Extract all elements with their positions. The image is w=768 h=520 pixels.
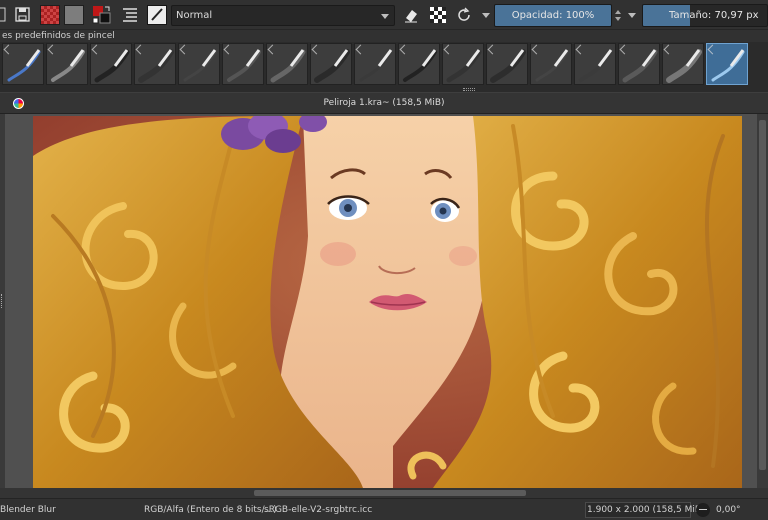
brush-preset-8[interactable] xyxy=(310,43,352,85)
brush-preset-14[interactable] xyxy=(574,43,616,85)
brush-stroke-icon xyxy=(51,49,85,82)
brush-preset-icon[interactable] xyxy=(147,5,167,25)
horizontal-scroll-thumb[interactable] xyxy=(254,490,526,496)
brush-stroke-icon xyxy=(138,49,174,83)
brush-stroke-icon xyxy=(711,49,745,82)
vertical-scroll-thumb[interactable] xyxy=(759,120,766,470)
save-icon[interactable] xyxy=(14,6,32,24)
brush-preset-4[interactable] xyxy=(134,43,176,85)
brush-stroke-icon xyxy=(270,49,306,83)
brush-stroke-icon xyxy=(666,49,702,83)
gradient-icon[interactable] xyxy=(64,5,84,25)
brush-preset-2[interactable] xyxy=(46,43,88,85)
brush-stroke-icon xyxy=(535,49,569,82)
chevron-down-icon[interactable] xyxy=(615,17,621,21)
brush-preset-6[interactable] xyxy=(222,43,264,85)
status-dimensions: 1.900 x 2.000 (158,5 MiB) xyxy=(587,505,705,515)
brush-preset-10[interactable] xyxy=(398,43,440,85)
vertical-scrollbar[interactable] xyxy=(757,114,768,488)
brush-stroke-icon xyxy=(579,49,613,82)
brush-stroke-icon xyxy=(490,49,526,83)
horizontal-scrollbar[interactable] xyxy=(0,488,768,498)
brush-stroke-icon xyxy=(7,49,41,82)
brush-stroke-icon xyxy=(403,49,437,82)
alpha-lock-icon[interactable] xyxy=(430,7,446,23)
brush-stroke-icon xyxy=(227,49,261,82)
chevron-up-icon[interactable] xyxy=(615,10,621,14)
swap-colors-icon[interactable] xyxy=(92,4,112,26)
brush-preset-7[interactable] xyxy=(266,43,308,85)
brush-stroke-icon xyxy=(183,49,217,82)
brush-preset-15[interactable] xyxy=(618,43,660,85)
brush-preset-5[interactable] xyxy=(178,43,220,85)
brush-preset-strip xyxy=(0,42,768,86)
chevron-down-icon[interactable] xyxy=(482,13,490,18)
opacity-label: Opacidad: 100% xyxy=(511,10,595,21)
rotation-icon[interactable] xyxy=(696,503,710,517)
blend-mode-select[interactable]: Normal xyxy=(171,5,395,26)
blend-mode-value: Normal xyxy=(176,10,213,21)
reload-preset-icon[interactable] xyxy=(455,6,473,24)
brush-preset-1[interactable] xyxy=(2,43,44,85)
opacity-spinner[interactable] xyxy=(613,4,623,27)
opacity-slider[interactable]: Opacidad: 100% xyxy=(494,4,612,27)
document-icon[interactable] xyxy=(0,5,6,25)
panel-resize-handle[interactable] xyxy=(463,88,475,91)
size-label: Tamaño: 70,97 px xyxy=(669,10,759,21)
chevron-down-icon[interactable] xyxy=(628,13,636,18)
chevron-down-icon xyxy=(381,14,389,19)
brush-preset-17[interactable] xyxy=(706,43,748,85)
brush-stroke-icon xyxy=(622,49,658,83)
dock-resize-handle[interactable] xyxy=(1,294,4,308)
document-title-bar: Peliroja 1.kra~ (158,5 MiB) xyxy=(0,92,768,114)
top-toolbar: Normal Opacidad: 100% Tamaño: 70,97 px xyxy=(0,0,768,30)
brush-preset-12[interactable] xyxy=(486,43,528,85)
brush-stroke-icon xyxy=(359,49,393,82)
painting-artwork xyxy=(33,116,742,488)
painting-canvas[interactable] xyxy=(33,116,742,488)
brush-stroke-icon xyxy=(446,49,482,83)
document-title: Peliroja 1.kra~ (158,5 MiB) xyxy=(323,98,445,108)
brush-stroke-icon xyxy=(94,49,130,83)
status-rotation[interactable]: 0,00° xyxy=(716,505,741,515)
brush-stroke-icon xyxy=(314,49,350,83)
brush-presets-title: es predefinidos de pincel xyxy=(0,30,768,42)
eraser-icon[interactable] xyxy=(402,6,420,24)
canvas-viewport[interactable] xyxy=(0,114,768,488)
status-color-model[interactable]: RGB/Alfa (Entero de 8 bits/...) xyxy=(144,505,277,515)
size-slider[interactable]: Tamaño: 70,97 px xyxy=(642,4,768,27)
brush-preset-16[interactable] xyxy=(662,43,704,85)
status-bar: Blender Blur RGB/Alfa (Entero de 8 bits/… xyxy=(0,498,768,520)
brush-preset-9[interactable] xyxy=(354,43,396,85)
status-color-profile: sRGB-elle-V2-srgbtrc.icc xyxy=(264,505,373,515)
brush-preset-13[interactable] xyxy=(530,43,572,85)
layer-list-icon[interactable] xyxy=(121,6,139,24)
pattern-icon[interactable] xyxy=(40,5,60,25)
brush-preset-3[interactable] xyxy=(90,43,132,85)
status-brush-name: Blender Blur xyxy=(0,505,56,515)
left-panel-edge xyxy=(0,114,5,488)
brush-preset-11[interactable] xyxy=(442,43,484,85)
